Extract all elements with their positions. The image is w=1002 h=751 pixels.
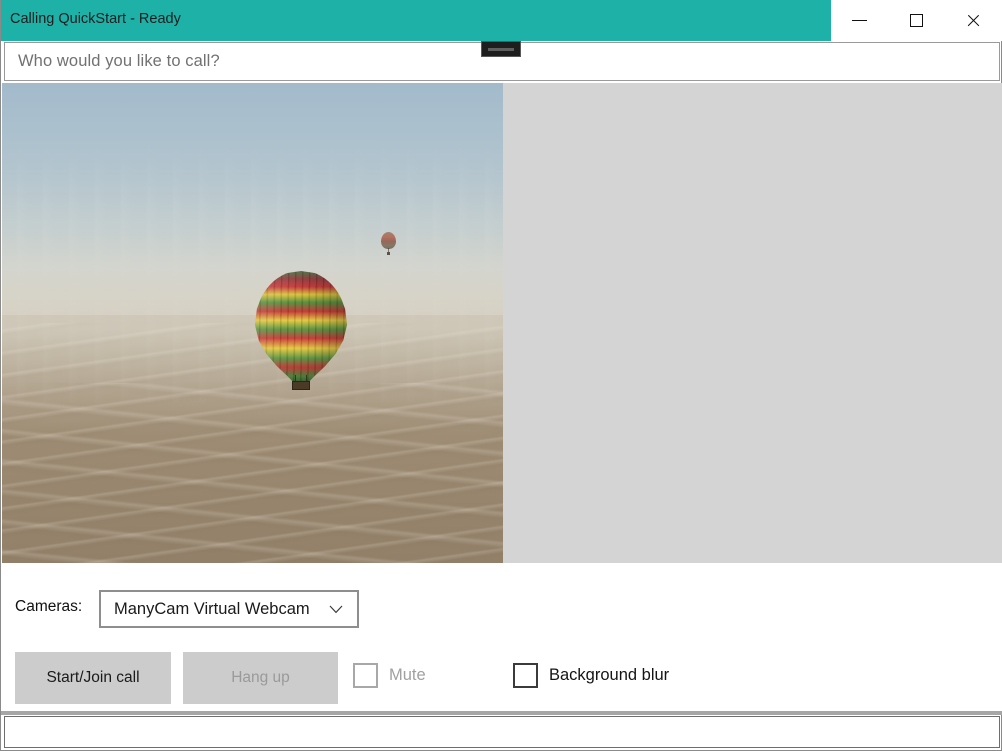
hot-air-balloon-foreground — [253, 271, 349, 389]
close-icon — [966, 13, 981, 28]
maximize-icon — [910, 14, 923, 27]
title-bar: Calling QuickStart - Ready — [1, 0, 1002, 41]
camera-select-value: ManyCam Virtual Webcam — [114, 600, 325, 619]
status-bar-divider — [1, 711, 1002, 715]
window-title: Calling QuickStart - Ready — [10, 9, 181, 29]
text-cursor-chip-bar — [488, 48, 514, 51]
mute-checkbox — [353, 663, 378, 688]
hot-air-balloon-distant — [381, 232, 396, 258]
balloon-envelope-distant — [381, 232, 396, 249]
balloon-basket-distant — [387, 252, 390, 255]
app-window: Calling QuickStart - Ready Who would you… — [0, 0, 1002, 751]
background-blur-checkbox-label: Background blur — [549, 666, 669, 685]
mute-checkbox-field: Mute — [353, 663, 426, 688]
minimize-icon — [852, 20, 867, 21]
background-blur-checkbox-field[interactable]: Background blur — [513, 663, 669, 688]
local-video-preview[interactable]: manycam — [2, 83, 503, 563]
status-bar[interactable] — [4, 716, 1000, 748]
balloon-envelope — [253, 271, 349, 383]
camera-select[interactable]: ManyCam Virtual Webcam — [99, 590, 359, 628]
start-join-call-button[interactable]: Start/Join call — [15, 652, 171, 704]
balloon-basket — [292, 381, 310, 390]
text-cursor-chip[interactable] — [481, 41, 521, 57]
remote-video-placeholder[interactable] — [503, 83, 1002, 563]
window-maximize-button[interactable] — [888, 0, 945, 41]
window-minimize-button[interactable] — [831, 0, 888, 41]
cameras-label: Cameras: — [15, 598, 82, 616]
chevron-down-icon — [329, 605, 343, 614]
hang-up-button: Hang up — [183, 652, 338, 704]
controls-area: Cameras: ManyCam Virtual Webcam Start/Jo… — [2, 563, 1002, 713]
video-stage: manycam — [2, 83, 1002, 563]
mute-checkbox-label: Mute — [389, 666, 426, 685]
background-blur-checkbox[interactable] — [513, 663, 538, 688]
window-close-button[interactable] — [945, 0, 1002, 41]
